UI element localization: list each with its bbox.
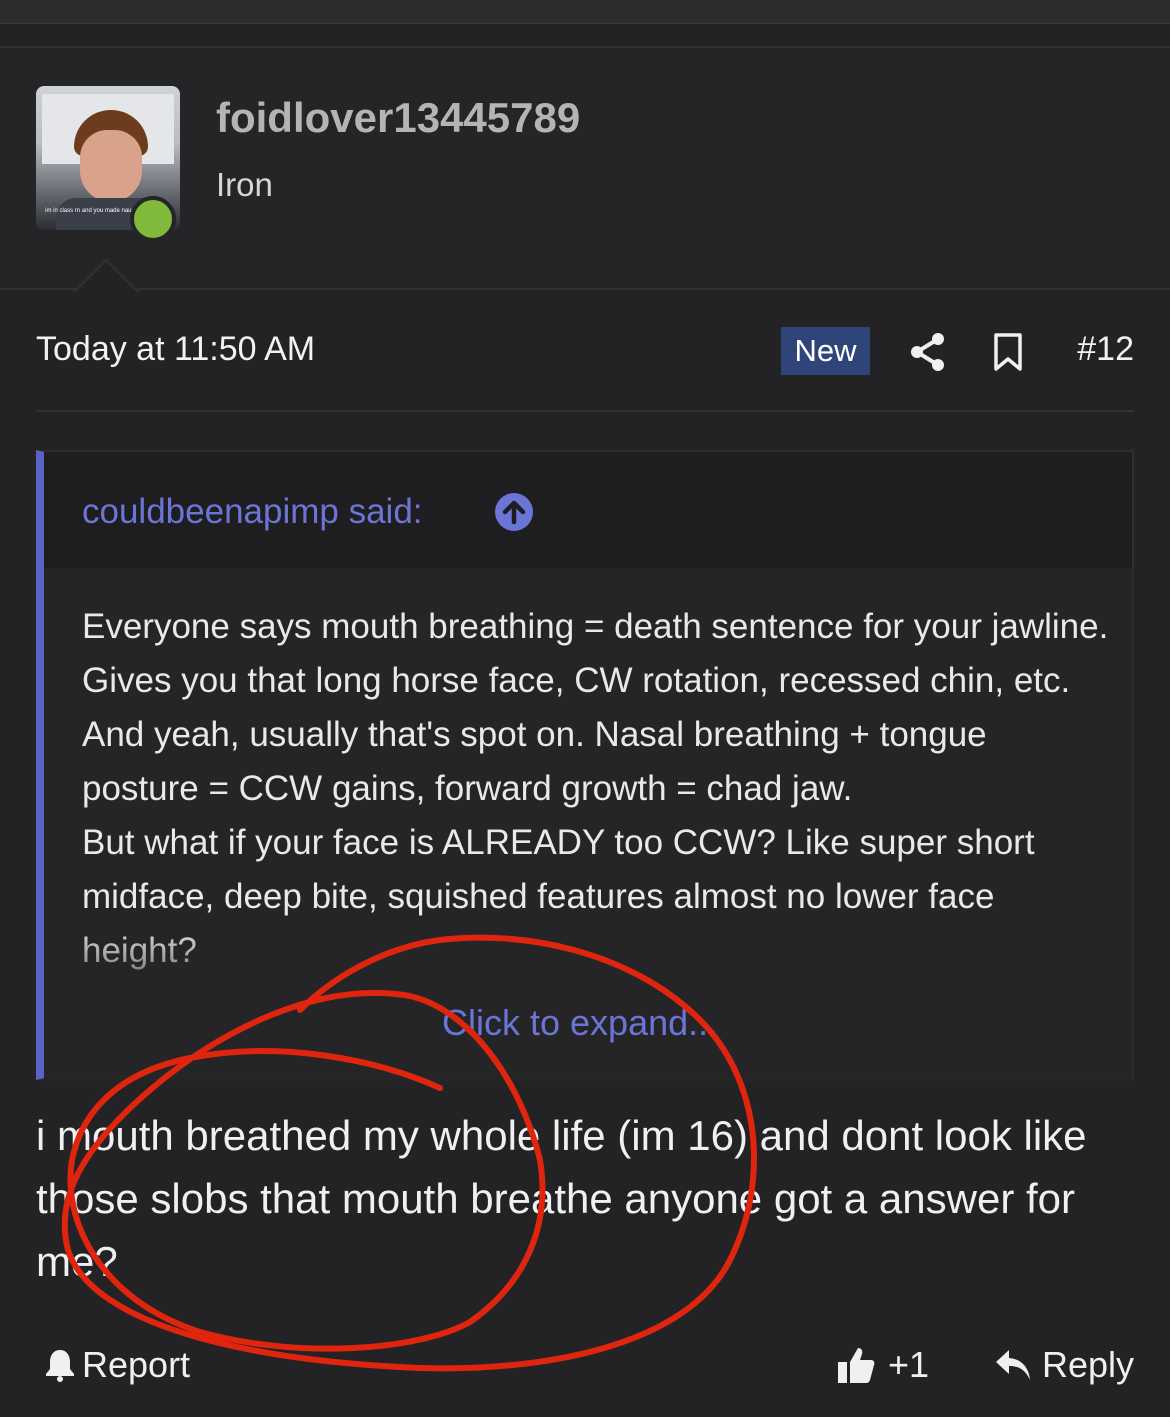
user-title: Iron bbox=[216, 166, 273, 203]
quote-header: couldbeenapimp said: bbox=[44, 452, 1132, 568]
post-message: i mouth breathed my whole life (im 16) a… bbox=[36, 1112, 1087, 1285]
bell-icon bbox=[46, 1350, 74, 1382]
new-badge: New bbox=[781, 327, 870, 375]
divider bbox=[36, 410, 1134, 412]
top-bar bbox=[0, 0, 1170, 24]
username-link[interactable]: foidlover13445789 bbox=[216, 94, 580, 142]
reply-label: Reply bbox=[1041, 1344, 1134, 1385]
online-status-dot bbox=[130, 196, 176, 242]
post-meta-row: Today at 11:50 AM New #12 bbox=[36, 320, 1134, 382]
click-to-expand-link[interactable]: Click to expand... bbox=[442, 1002, 718, 1044]
avatar-face bbox=[80, 130, 142, 202]
quote-author-link[interactable]: couldbeenapimp said: bbox=[82, 492, 423, 532]
report-label: Report bbox=[82, 1344, 191, 1385]
reply-arrow-icon bbox=[995, 1350, 1030, 1380]
quote-paragraph: Everyone says mouth breathing = death se… bbox=[82, 607, 1109, 808]
post-number-link[interactable]: #12 bbox=[1077, 330, 1134, 369]
post-date-link[interactable]: Today at 11:50 AM bbox=[36, 330, 315, 369]
arrow-up-circle-icon[interactable] bbox=[494, 492, 534, 532]
bookmark-icon[interactable] bbox=[992, 332, 1024, 372]
like-button[interactable]: +1 bbox=[836, 1344, 929, 1386]
share-icon[interactable] bbox=[908, 332, 948, 372]
report-button[interactable]: Report bbox=[44, 1344, 190, 1386]
like-count: +1 bbox=[888, 1344, 930, 1385]
post-footer: Report +1 Reply bbox=[36, 1340, 1134, 1400]
thumbs-up-icon bbox=[838, 1348, 875, 1383]
quote-block: couldbeenapimp said: Everyone says mouth… bbox=[36, 450, 1134, 1082]
reply-button[interactable]: Reply bbox=[994, 1344, 1134, 1386]
header-pointer-inner bbox=[74, 262, 138, 294]
